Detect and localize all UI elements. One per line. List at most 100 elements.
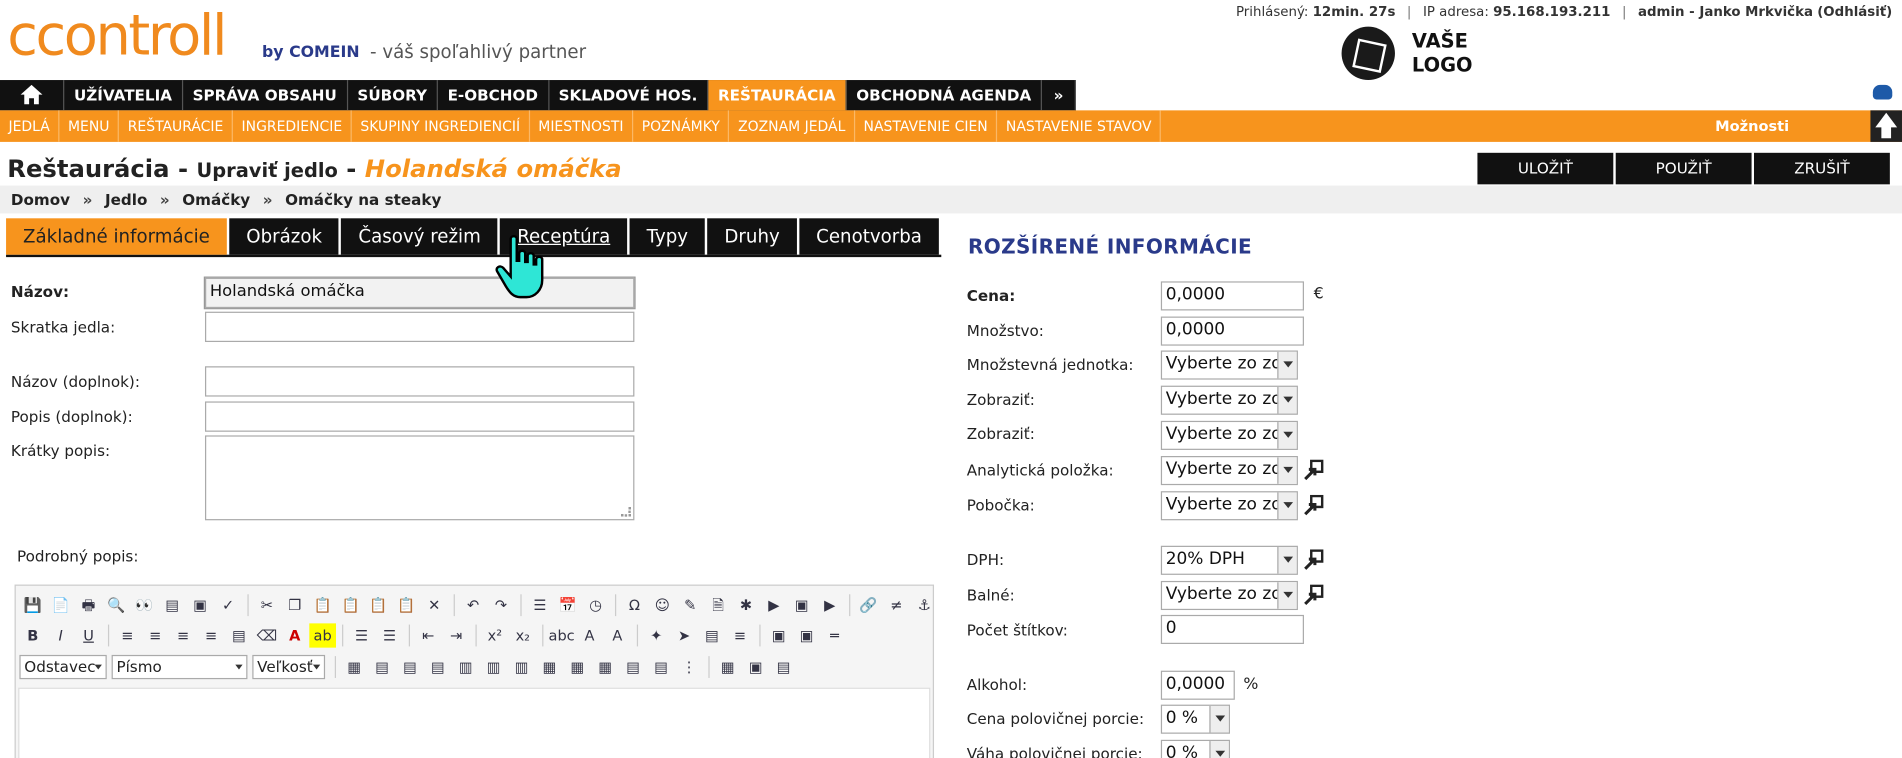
half-weight-select[interactable]: 0 % bbox=[1160, 739, 1230, 758]
half-price-select[interactable]: 0 % bbox=[1160, 704, 1230, 734]
subnav-menu[interactable]: MENU bbox=[60, 110, 120, 142]
picker-icon[interactable] bbox=[1303, 549, 1325, 571]
unit-select[interactable]: Vyberte zo zoz bbox=[1160, 350, 1298, 380]
indent-icon[interactable]: ⇥ bbox=[443, 623, 470, 647]
table-more-icon[interactable]: ⋮ bbox=[676, 655, 703, 679]
save-button[interactable]: ULOŽIŤ bbox=[1477, 152, 1614, 185]
apply-button[interactable]: POUŽIŤ bbox=[1615, 152, 1752, 185]
editor-content-area[interactable] bbox=[18, 687, 931, 758]
paste-text-icon[interactable]: 📋 bbox=[337, 593, 364, 617]
template-icon[interactable]: ▤ bbox=[159, 593, 186, 617]
anchor-icon[interactable]: ⚓ bbox=[911, 593, 938, 617]
underline-icon[interactable]: U bbox=[75, 623, 102, 647]
branch-select[interactable]: Vyberte zo zoz bbox=[1160, 491, 1298, 521]
font-size-up-icon[interactable]: A bbox=[604, 623, 631, 647]
save-icon[interactable]: 💾 bbox=[19, 593, 46, 617]
select-all-icon[interactable]: ✦ bbox=[643, 623, 670, 647]
analytic-select[interactable]: Vyberte zo zoz bbox=[1160, 456, 1298, 486]
date-icon[interactable]: 📅 bbox=[554, 593, 581, 617]
table-props-icon[interactable]: ▦ bbox=[592, 655, 619, 679]
font-color-icon[interactable]: A bbox=[281, 623, 308, 647]
font-select[interactable]: Písmo bbox=[111, 654, 248, 680]
copy-icon[interactable]: ❐ bbox=[281, 593, 308, 617]
subnav-nastavenie-stavov[interactable]: NASTAVENIE STAVOV bbox=[997, 110, 1162, 142]
bold-icon[interactable]: B bbox=[19, 623, 46, 647]
subnav-ingrediencie[interactable]: INGREDIENCIE bbox=[233, 110, 352, 142]
align-right-icon[interactable]: ≡ bbox=[170, 623, 197, 647]
tab-druhy[interactable]: Druhy bbox=[707, 218, 797, 255]
merge-cells-icon[interactable]: ▦ bbox=[564, 655, 591, 679]
logo[interactable]: ccontroll bbox=[7, 5, 227, 66]
horizontal-line-icon[interactable]: ═ bbox=[821, 623, 848, 647]
flash-icon[interactable]: ✱ bbox=[733, 593, 760, 617]
home-button[interactable] bbox=[0, 80, 65, 111]
name-extra-input[interactable] bbox=[204, 366, 635, 397]
scroll-top-button[interactable] bbox=[1870, 110, 1902, 142]
short-desc-textarea[interactable] bbox=[204, 435, 635, 521]
layer-front-icon[interactable]: ▣ bbox=[793, 623, 820, 647]
row-props-icon[interactable]: ▤ bbox=[620, 655, 647, 679]
cut-icon[interactable]: ✂ bbox=[254, 593, 281, 617]
col-before-icon[interactable]: ▥ bbox=[452, 655, 479, 679]
hr-icon[interactable]: ☰ bbox=[526, 593, 553, 617]
paste-icon[interactable]: 📋 bbox=[309, 593, 336, 617]
tab-cenotvorba[interactable]: Cenotvorba bbox=[799, 218, 939, 255]
replace-icon[interactable]: ▤ bbox=[699, 623, 726, 647]
crumb-domov[interactable]: Domov bbox=[11, 190, 70, 208]
delete-row-icon[interactable]: ▤ bbox=[425, 655, 452, 679]
price-input[interactable]: 0,0000 bbox=[1160, 281, 1304, 311]
layer-icon[interactable]: ▣ bbox=[765, 623, 792, 647]
delete-icon[interactable]: ✕ bbox=[421, 593, 448, 617]
paragraph-select[interactable]: Odstavec bbox=[19, 654, 107, 680]
paste-word-icon[interactable]: 📋 bbox=[365, 593, 392, 617]
nav-e-obchod[interactable]: E-OBCHOD bbox=[438, 80, 549, 111]
image-icon[interactable]: ▣ bbox=[187, 593, 214, 617]
alcohol-input[interactable]: 0,0000 bbox=[1160, 670, 1235, 700]
eraser-icon[interactable]: ⌫ bbox=[254, 623, 281, 647]
row-before-icon[interactable]: ▤ bbox=[369, 655, 396, 679]
cancel-button[interactable]: ZRUŠIŤ bbox=[1753, 152, 1890, 185]
nav-obchodna-agenda[interactable]: OBCHODNÁ AGENDA bbox=[847, 80, 1043, 111]
time-icon[interactable]: ◷ bbox=[582, 593, 609, 617]
align-left-icon[interactable]: ≡ bbox=[114, 623, 141, 647]
crumb-omacky[interactable]: Omáčky bbox=[182, 190, 250, 208]
subnav-skupiny-ingrediencii[interactable]: SKUPINY INGREDIENCIÍ bbox=[352, 110, 530, 142]
crumb-jedlo[interactable]: Jedlo bbox=[105, 190, 147, 208]
emoticon-icon[interactable]: ☺ bbox=[649, 593, 676, 617]
superscript-icon[interactable]: x² bbox=[482, 623, 509, 647]
pointer-icon[interactable]: ➤ bbox=[671, 623, 698, 647]
unordered-list-icon[interactable]: ☰ bbox=[376, 623, 403, 647]
options-menu[interactable]: Možnosti bbox=[1715, 110, 1789, 142]
crumb-omacky-na-steaky[interactable]: Omáčky na steaky bbox=[285, 190, 441, 208]
font-size-down-icon[interactable]: A bbox=[576, 623, 603, 647]
rtl-icon[interactable]: ≡ bbox=[727, 623, 754, 647]
show2-select[interactable]: Vyberte zo zoz bbox=[1160, 420, 1298, 450]
tab-typy[interactable]: Typy bbox=[629, 218, 706, 255]
justify-icon[interactable]: ≡ bbox=[198, 623, 225, 647]
nav-uzivatelia[interactable]: UŽÍVATELIA bbox=[64, 80, 183, 111]
find-icon[interactable]: 🔍 bbox=[103, 593, 130, 617]
clean-icon[interactable]: ✓ bbox=[215, 593, 242, 617]
subnav-zoznam-jedal[interactable]: ZOZNAM JEDÁL bbox=[730, 110, 856, 142]
col-after-icon[interactable]: ▥ bbox=[480, 655, 507, 679]
ordered-list-icon[interactable]: ☰ bbox=[348, 623, 375, 647]
outdent-icon[interactable]: ⇤ bbox=[415, 623, 442, 647]
tab-zakladne-informacie[interactable]: Základné informácie bbox=[6, 218, 227, 255]
edit-image-icon[interactable]: ✎ bbox=[677, 593, 704, 617]
resize-grip-icon[interactable] bbox=[621, 506, 631, 517]
highlight-icon[interactable]: ab bbox=[309, 623, 337, 648]
italic-icon[interactable]: I bbox=[47, 623, 74, 647]
packing-select[interactable]: Vyberte zo zoz bbox=[1160, 580, 1298, 611]
nav-restauracia[interactable]: REŠTAURÁCIA bbox=[708, 80, 847, 111]
row-after-icon[interactable]: ▤ bbox=[397, 655, 424, 679]
size-select[interactable]: Veľkosť bbox=[252, 654, 326, 680]
vat-select[interactable]: 20% DPH bbox=[1160, 545, 1298, 575]
pdf-icon[interactable]: 🗎 bbox=[705, 593, 732, 617]
embed-icon[interactable]: ▣ bbox=[788, 593, 815, 617]
nav-subory[interactable]: SÚBORY bbox=[348, 80, 438, 111]
visual-aid-icon[interactable]: ▦ bbox=[714, 655, 741, 679]
picker-icon[interactable] bbox=[1303, 459, 1325, 482]
print-icon[interactable]: 🖶 bbox=[75, 593, 102, 617]
qty-input[interactable]: 0,0000 bbox=[1160, 316, 1304, 346]
subnav-nastavenie-cien[interactable]: NASTAVENIE CIEN bbox=[855, 110, 998, 142]
